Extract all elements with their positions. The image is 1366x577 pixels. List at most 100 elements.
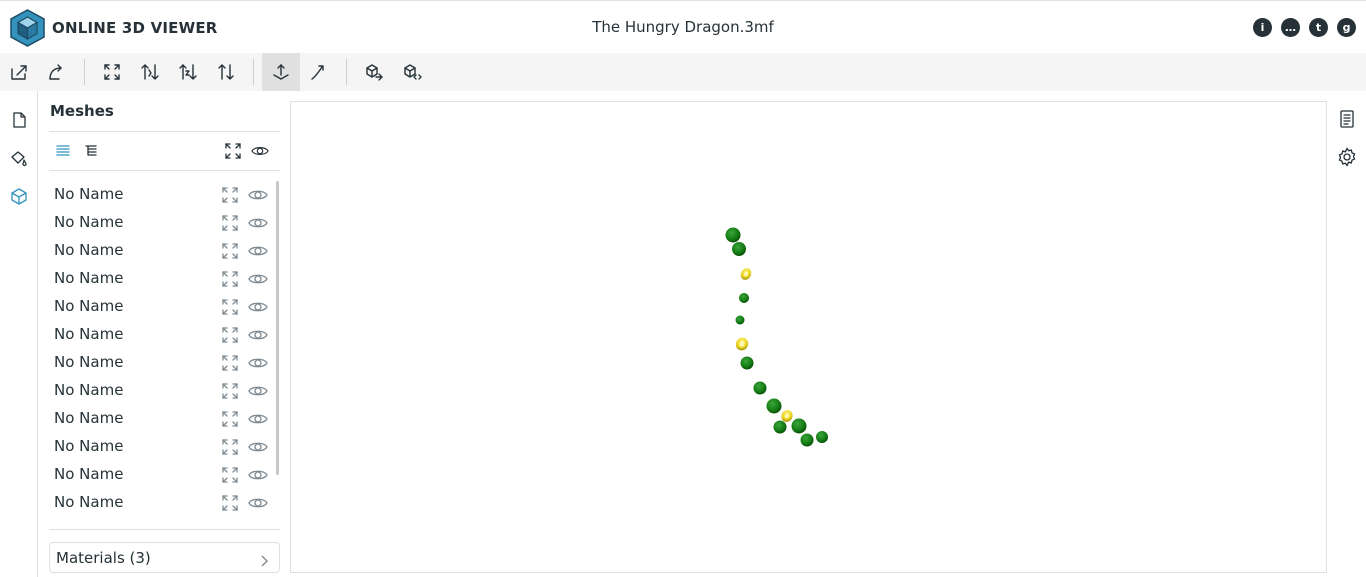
export-icon (366, 64, 383, 81)
eye-icon[interactable] (248, 242, 268, 260)
fit-mesh-icon[interactable] (221, 270, 239, 288)
mesh-list-item[interactable]: No Name (49, 433, 275, 461)
mesh-list-item[interactable]: No Name (49, 321, 275, 349)
divider (49, 170, 280, 171)
eye-icon[interactable] (248, 298, 268, 316)
set-up-y-icon (141, 64, 159, 80)
fit-mesh-icon[interactable] (221, 382, 239, 400)
fit-mesh-icon[interactable] (221, 298, 239, 316)
mesh-list-item[interactable]: No Name (49, 237, 275, 265)
fit-mesh-icon[interactable] (221, 494, 239, 512)
share-icon (404, 64, 422, 80)
left-navigation (0, 91, 38, 577)
mesh-green-ball (791, 418, 807, 434)
eye-icon[interactable] (248, 354, 268, 372)
details-nav-button[interactable] (1337, 109, 1357, 129)
eye-icon[interactable] (248, 186, 268, 204)
flip-up-icon (218, 64, 234, 80)
fit-to-window-button[interactable] (93, 53, 131, 91)
mesh-name: No Name (54, 437, 124, 455)
mesh-list-item[interactable]: No Name (49, 489, 275, 517)
materials-nav-button[interactable] (8, 147, 30, 169)
set-up-y-button[interactable] (131, 53, 169, 91)
info-icon[interactable]: i (1253, 18, 1272, 37)
fit-to-window-icon (225, 143, 241, 159)
fixed-up-vector-icon (273, 64, 289, 80)
settings-nav-button[interactable] (1337, 147, 1357, 167)
flat-list-icon (56, 145, 70, 156)
meshes-nav-button[interactable] (8, 185, 30, 207)
mesh-list-item[interactable]: No Name (49, 265, 275, 293)
fit-mesh-icon[interactable] (221, 326, 239, 344)
eye-icon[interactable] (248, 326, 268, 344)
eye-icon[interactable] (248, 494, 268, 512)
github-icon[interactable]: g (1337, 18, 1356, 37)
open-url-icon (49, 64, 62, 80)
mesh-list-scrollbar[interactable] (276, 181, 279, 475)
toolbar-separator (253, 59, 254, 85)
fit-mesh-icon[interactable] (221, 186, 239, 204)
fit-all-meshes-button[interactable] (223, 141, 243, 161)
file-name-title: The Hungry Dragon.3mf (592, 18, 774, 36)
free-orbit-button[interactable] (300, 53, 338, 91)
open-url-button[interactable] (38, 53, 76, 91)
settings-icon (1338, 147, 1356, 167)
export-button[interactable] (355, 53, 393, 91)
eye-icon[interactable] (248, 438, 268, 456)
mesh-name: No Name (54, 381, 124, 399)
materials-section-button[interactable]: Materials (3) (49, 542, 280, 573)
eye-icon[interactable] (248, 466, 268, 484)
eye-icon[interactable] (248, 410, 268, 428)
eye-icon[interactable] (248, 270, 268, 288)
mesh-list-item[interactable]: No Name (49, 293, 275, 321)
mesh-name: No Name (54, 465, 124, 483)
divider (49, 529, 280, 530)
files-nav-button[interactable] (8, 109, 30, 131)
fit-mesh-icon[interactable] (221, 354, 239, 372)
share-button[interactable] (393, 53, 431, 91)
eye-icon[interactable] (248, 382, 268, 400)
mesh-list-item[interactable]: No Name (49, 181, 275, 209)
mesh-green-ball (732, 242, 746, 256)
mesh-name: No Name (54, 297, 124, 315)
mesh-name: No Name (54, 269, 124, 287)
flat-list-button[interactable] (53, 141, 73, 161)
mesh-name: No Name (54, 241, 124, 259)
flip-up-button[interactable] (207, 53, 245, 91)
fit-to-window-icon (104, 64, 120, 80)
eye-icon (251, 147, 269, 155)
right-navigation (1328, 91, 1366, 577)
twitter-icon[interactable]: t (1309, 18, 1328, 37)
mesh-name: No Name (54, 493, 124, 511)
mesh-list-item[interactable]: No Name (49, 461, 275, 489)
mesh-green-ball (725, 227, 741, 243)
model-render (725, 227, 828, 447)
fixed-up-vector-button[interactable] (262, 53, 300, 91)
fit-mesh-icon[interactable] (221, 466, 239, 484)
fit-mesh-icon[interactable] (221, 242, 239, 260)
mesh-name: No Name (54, 353, 124, 371)
meshes-icon (11, 188, 27, 205)
mesh-green-ball (766, 398, 782, 414)
eye-icon[interactable] (248, 214, 268, 232)
toolbar-separator (346, 59, 347, 85)
3d-viewport[interactable] (290, 101, 1327, 573)
chevron-right-icon (258, 552, 270, 567)
mesh-list-item[interactable]: No Name (49, 405, 275, 433)
mesh-list-item[interactable]: No Name (49, 377, 275, 405)
fit-mesh-icon[interactable] (221, 410, 239, 428)
tree-view-icon (85, 145, 97, 156)
open-file-button[interactable] (0, 53, 38, 91)
mesh-green-ball (753, 381, 767, 395)
show-all-meshes-button[interactable] (250, 141, 270, 161)
fit-mesh-icon[interactable] (221, 438, 239, 456)
mesh-list-item[interactable]: No Name (49, 209, 275, 237)
mesh-list-item[interactable]: No Name (49, 349, 275, 377)
tree-view-button[interactable] (81, 141, 101, 161)
set-up-z-button[interactable] (169, 53, 207, 91)
mesh-green-ball (816, 431, 828, 443)
set-up-z-icon (179, 64, 197, 80)
chat-icon[interactable]: … (1281, 18, 1300, 37)
mesh-name: No Name (54, 185, 124, 203)
fit-mesh-icon[interactable] (221, 214, 239, 232)
